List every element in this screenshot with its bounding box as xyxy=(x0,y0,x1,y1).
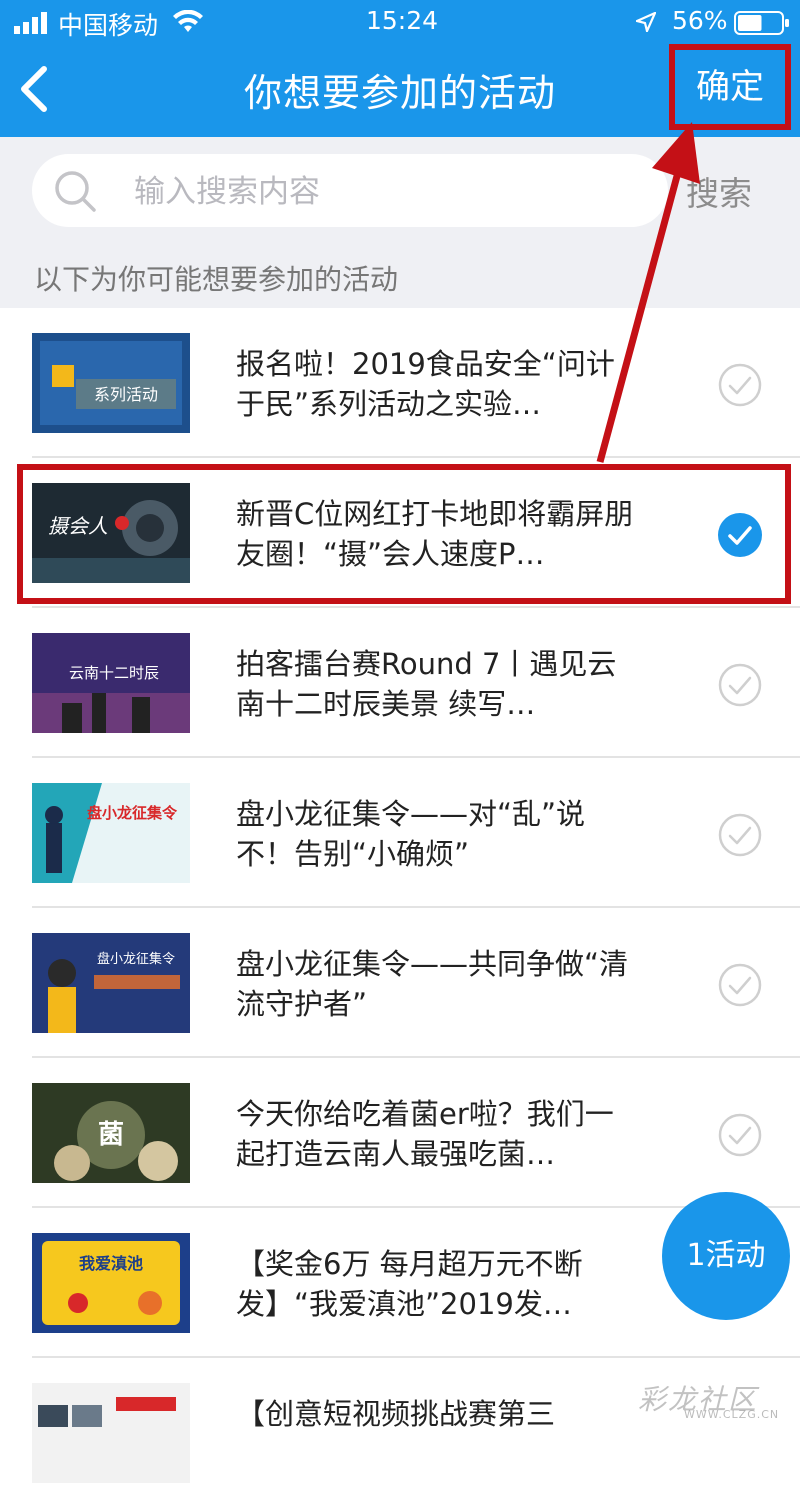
list-item[interactable]: 盘小龙征集令 盘小龙征集令——共同争做“清流守护者” xyxy=(0,908,800,1058)
activity-title: 拍客擂台赛Round 7丨遇见云南十二时辰美景 续写… xyxy=(236,647,617,721)
search-icon xyxy=(55,171,96,212)
check-circle-icon[interactable] xyxy=(718,363,762,407)
svg-text:菌: 菌 xyxy=(98,1120,124,1150)
confirm-button[interactable]: 确定 xyxy=(669,44,791,130)
svg-text:摄会人: 摄会人 xyxy=(48,514,108,538)
search-button[interactable]: 搜索 xyxy=(686,167,752,215)
time-label: 15:24 xyxy=(366,6,439,35)
list-item[interactable]: 摄会人 新晋C位网红打卡地即将霸屏朋友圈！“摄”会人速度P… xyxy=(0,458,800,608)
activity-thumbnail xyxy=(32,1383,190,1483)
carrier-label: 中国移动 xyxy=(58,11,159,40)
activity-thumbnail: 盘小龙征集令 xyxy=(32,783,190,883)
activity-count-button[interactable]: 1活动 xyxy=(662,1192,790,1320)
check-circle-icon[interactable] xyxy=(718,663,762,707)
svg-text:我爱滇池: 我爱滇池 xyxy=(79,1254,143,1273)
search-bar: 搜索 xyxy=(0,137,800,244)
battery-percent: 56% xyxy=(672,6,728,35)
activity-title: 【奖金6万 每月超万元不断发】“我爱滇池”2019发… xyxy=(236,1247,583,1321)
check-circle-icon[interactable] xyxy=(718,1113,762,1157)
nav-bar: 你想要参加的活动 确定 xyxy=(0,44,800,137)
search-input[interactable] xyxy=(132,154,656,229)
list-item[interactable]: 菌 今天你给吃着菌er啦？我们一起打造云南人最强吃菌… xyxy=(0,1058,800,1208)
location-icon xyxy=(636,12,656,32)
svg-text:盘小龙征集令: 盘小龙征集令 xyxy=(87,804,178,822)
check-circle-icon[interactable] xyxy=(718,813,762,857)
wifi-icon xyxy=(173,10,203,32)
activity-title: 盘小龙征集令——对“乱”说不！告别“小确烦” xyxy=(236,797,586,871)
activity-title: 报名啦！2019食品安全“问计于民”系列活动之实验… xyxy=(236,347,615,421)
activity-thumbnail: 我爱滇池 xyxy=(32,1233,190,1333)
activity-thumbnail: 系列活动 xyxy=(32,333,190,433)
activity-thumbnail: 菌 xyxy=(32,1083,190,1183)
svg-text:云南十二时辰: 云南十二时辰 xyxy=(69,664,159,682)
checked-circle-icon[interactable] xyxy=(718,513,762,557)
svg-text:系列活动: 系列活动 xyxy=(94,385,158,404)
activity-list: 系列活动 报名啦！2019食品安全“问计于民”系列活动之实验… 摄会人 新晋C位… xyxy=(0,308,800,1508)
check-circle-icon[interactable] xyxy=(718,963,762,1007)
activity-thumbnail: 摄会人 xyxy=(32,483,190,583)
svg-text:盘小龙征集令: 盘小龙征集令 xyxy=(97,951,175,967)
battery-icon xyxy=(734,11,789,35)
signal-icon xyxy=(14,12,47,34)
status-bar: 中国移动 15:24 56% xyxy=(0,0,800,44)
section-header-label: 以下为你可能想要参加的活动 xyxy=(34,263,399,296)
list-item[interactable]: 云南十二时辰 拍客擂台赛Round 7丨遇见云南十二时辰美景 续写… xyxy=(0,608,800,758)
activity-title: 盘小龙征集令——共同争做“清流守护者” xyxy=(236,947,629,1021)
search-box xyxy=(32,154,668,229)
top-bar: 中国移动 15:24 56% 你想要参加的活动 确定 xyxy=(0,0,800,137)
section-header: 以下为你可能想要参加的活动 xyxy=(0,244,800,308)
activity-thumbnail: 云南十二时辰 xyxy=(32,633,190,733)
list-item[interactable]: 盘小龙征集令 盘小龙征集令——对“乱”说不！告别“小确烦” xyxy=(0,758,800,908)
list-item[interactable]: 系列活动 报名啦！2019食品安全“问计于民”系列活动之实验… xyxy=(0,308,800,458)
activity-thumbnail: 盘小龙征集令 xyxy=(32,933,190,1033)
watermark: 彩龙社区 WWW.CLZG.CN xyxy=(638,1383,780,1421)
activity-title: 【创意短视频挑战赛第三 xyxy=(236,1397,556,1431)
activity-title: 新晋C位网红打卡地即将霸屏朋友圈！“摄”会人速度P… xyxy=(236,497,634,571)
activity-title: 今天你给吃着菌er啦？我们一起打造云南人最强吃菌… xyxy=(236,1097,614,1171)
